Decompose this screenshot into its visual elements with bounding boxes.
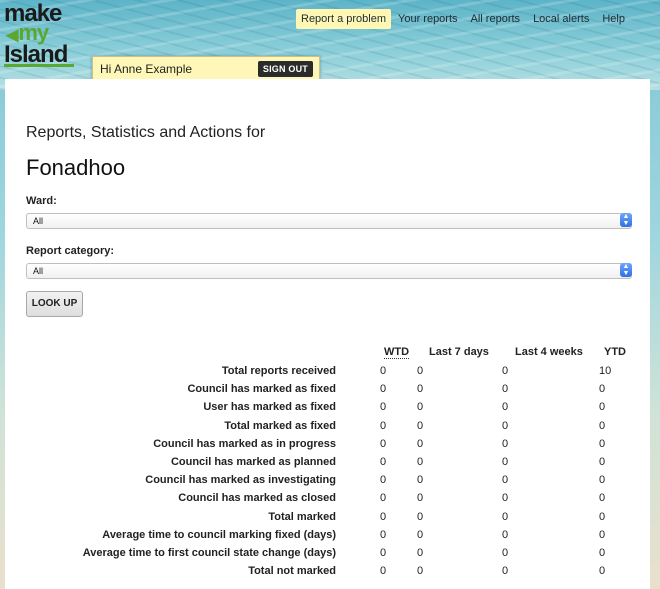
row-label: Average time to first council state chan… [82,547,336,559]
page-subtitle: Reports, Statistics and Actions for [26,124,266,141]
page-title: Fonadhoo [26,155,126,180]
row-value: 0 [417,419,424,432]
row-value: 0 [380,528,387,541]
row-value: 0 [599,419,606,432]
logo-line-3: Island [4,43,74,67]
main-nav: Report a problem Your reports All report… [296,9,632,29]
row-value: 0 [417,510,424,523]
row-value: 0 [502,474,509,487]
row-value: 0 [502,510,509,523]
row-value: 0 [599,492,606,505]
row-value: 0 [417,383,424,396]
row-label: Average time to council marking fixed (d… [102,528,336,541]
row-value: 0 [502,565,509,578]
row-value: 0 [599,437,606,450]
row-value: 0 [380,437,387,450]
row-label: Total marked as fixed [224,419,336,432]
ward-select-value: All [33,216,44,226]
table-row: Total not marked 0 0 0 0 [5,565,650,583]
row-label: Total marked [268,510,336,523]
row-value: 0 [599,510,606,523]
row-value: 0 [599,401,606,414]
select-arrows-icon: ▲ ▼ [620,213,632,227]
ward-label: Ward: [26,195,57,207]
select-arrows-icon: ▲ ▼ [620,263,632,277]
main-content: Reports, Statistics and Actions for Fona… [5,79,650,589]
table-row: Average time to first council state chan… [5,547,650,565]
row-label: Council has marked as planned [170,456,336,468]
table-row: Total marked as fixed 0 0 0 0 [5,420,650,438]
table-row: Average time to council marking fixed (d… [5,529,650,547]
row-value: 0 [599,528,606,541]
ward-select[interactable]: All ▲ ▼ [26,213,632,229]
row-value: 0 [380,547,387,559]
col-header-last-7-days: Last 7 days [429,346,489,358]
row-value: 0 [417,528,424,541]
row-value: 10 [599,365,612,377]
row-value: 0 [502,437,509,450]
nav-help[interactable]: Help [596,10,631,28]
row-value: 0 [599,383,606,396]
table-row: Council has marked as closed 0 0 0 0 [5,492,650,510]
row-value: 0 [599,565,606,578]
row-value: 0 [380,456,387,468]
row-value: 0 [380,565,387,578]
row-value: 0 [599,547,606,559]
row-value: 0 [380,492,387,505]
row-value: 0 [417,492,424,505]
row-value: 0 [502,401,509,414]
row-value: 0 [502,456,509,468]
row-value: 0 [502,419,509,432]
row-value: 0 [599,474,606,487]
row-value: 0 [417,547,424,559]
nav-all-reports[interactable]: All reports [465,10,527,28]
row-value: 0 [599,456,606,468]
nav-your-reports[interactable]: Your reports [392,10,464,28]
site-logo[interactable]: make ◀my Island [4,2,78,67]
table-row: Total marked 0 0 0 0 [5,511,650,529]
row-value: 0 [380,383,387,396]
table-row: Council has marked as investigating 0 0 0 0 [5,474,650,492]
nav-report-problem[interactable]: Report a problem [296,9,391,29]
row-value: 0 [502,492,509,505]
row-label: Council has marked as closed [178,492,336,505]
row-value: 0 [417,365,424,377]
sign-out-button[interactable]: SIGN OUT [257,61,313,77]
row-value: 0 [380,419,387,432]
table-row: User has marked as fixed 0 0 0 0 [5,401,650,419]
row-value: 0 [380,510,387,523]
row-label: Council has marked as fixed [187,383,336,396]
table-row: Council has marked as fixed 0 0 0 0 [5,383,650,401]
col-header-wtd: WTD [384,346,410,359]
row-value: 0 [417,565,424,578]
row-value: 0 [417,437,424,450]
category-select[interactable]: All ▲ ▼ [26,263,632,279]
row-value: 0 [380,365,387,377]
table-row: Council has marked as planned 0 0 0 0 [5,456,650,474]
row-value: 0 [417,474,424,487]
table-row: Council has marked as in progress 0 0 0 0 [5,438,650,456]
user-greeting: Hi Anne Example [100,62,193,76]
row-value: 0 [417,456,424,468]
row-value: 0 [502,365,509,377]
row-label: Council has marked as investigating [145,474,336,487]
category-select-value: All [33,266,44,276]
look-up-button[interactable]: LOOK UP [26,291,83,317]
user-greeting-bar: Hi Anne Example SIGN OUT [92,56,320,80]
row-label: Council has marked as in progress [153,437,336,450]
row-value: 0 [502,528,509,541]
col-header-last-4-weeks: Last 4 weeks [515,346,583,358]
row-value: 0 [380,401,387,414]
row-value: 0 [380,474,387,487]
category-label: Report category: [26,245,115,257]
col-header-ytd: YTD [604,346,626,358]
row-label: Total reports received [221,365,336,377]
nav-local-alerts[interactable]: Local alerts [527,10,595,28]
table-row: Total reports received 0 0 0 10 [5,365,650,383]
row-label: Total not marked [248,565,336,578]
row-value: 0 [502,383,509,396]
row-value: 0 [417,401,424,414]
row-value: 0 [502,547,509,559]
row-label: User has marked as fixed [203,401,336,414]
